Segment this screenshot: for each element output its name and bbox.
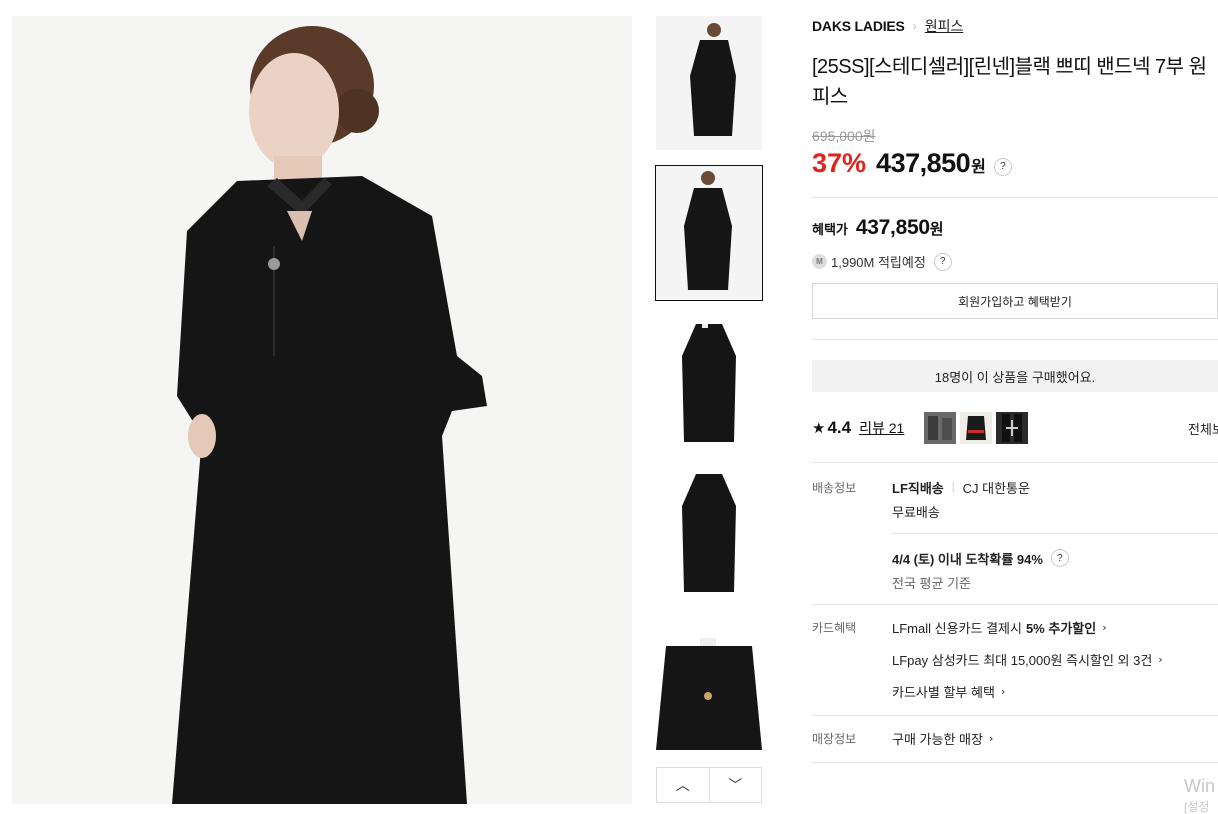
divider [812,339,1218,340]
shipping-label: 배송정보 [812,481,857,495]
shipping-section: 배송정보 LF직배송 | CJ 대한통운 무료배송 4/4 (토) 이내 도착확… [812,479,1218,594]
thumbnail-list [655,16,763,766]
sale-price-currency: 원 [971,159,986,176]
thumbnail-2[interactable] [655,165,763,301]
chevron-right-icon: › [1000,684,1006,698]
mileage-icon: M [812,254,827,269]
divider [812,715,1218,716]
buyers-notice: 18명이 이 상품을 구매했어요. [812,360,1218,392]
shipping-carrier: CJ 대한통운 [962,480,1030,496]
shipping-fee: 무료배송 [892,504,940,520]
divider [812,604,1218,605]
chevron-right-icon: › [1102,620,1107,634]
main-product-image[interactable] [12,16,632,804]
product-title: [25SS][스테디셀러][린넨]블랙 쁘띠 밴드넥 7부 원피스 [812,56,1207,108]
brand-link[interactable]: DAKS LADIES [812,18,905,34]
divider [892,533,1218,534]
benefit-label: 혜택가 [812,222,848,237]
benefit-price-row: 혜택가 437,850 원 [812,216,1218,240]
points-row: M 1,990M 적립예정 ? [812,252,1218,271]
card-benefit-2-text: LFpay 삼성카드 최대 15,000원 즉시할인 외 3건 [892,652,1153,668]
card-benefit-2[interactable]: LFpay 삼성카드 최대 15,000원 즉시할인 외 3건 › [892,647,1218,671]
discount-rate: 37% [812,148,867,178]
thumbnail-1[interactable] [656,16,762,150]
chevron-right-icon: › [988,731,994,745]
points-text: 1,990M 적립예정 [831,255,926,270]
windows-activation-watermark: Win [1184,776,1215,796]
arrival-probability: 4/4 (토) 이내 도착확률 94% [892,551,1043,567]
review-photo-1[interactable] [924,412,957,444]
sale-price: 437,850 [876,148,971,178]
divider [812,462,1218,463]
card-section: 카드혜택 LFmall 신용카드 결제시 5% 추가할인 › LFpay 삼성카… [812,619,1218,703]
card-benefit-3-text: 카드사별 할부 혜택 [892,684,995,700]
store-label: 매장정보 [812,732,857,746]
chevron-right-icon: › [1158,652,1163,666]
thumb-up-button[interactable]: ︿ [657,768,709,802]
store-link[interactable]: 구매 가능한 매장 › [892,726,1218,750]
benefit-price: 437,850 [855,216,930,239]
original-price: 695,000원 [812,128,876,144]
thumbnail-3[interactable] [656,316,762,450]
price-help-icon[interactable]: ? [993,157,1012,176]
arrival-line: 4/4 (토) 이내 도착확률 94% ? [892,546,1218,570]
rating-value: 4.4 [827,418,852,437]
card-benefit-3[interactable]: 카드사별 할부 혜택 › [892,679,1218,703]
review-link[interactable]: 리뷰 21 [859,418,904,438]
divider [812,762,1218,763]
thumbnail-4[interactable] [656,466,762,600]
review-view-all-link[interactable]: 전체보기 [1188,419,1218,438]
card-benefit-1-highlight: 5% 추가할인 [1025,620,1097,636]
store-section: 매장정보 구매 가능한 매장 › [812,730,1218,750]
review-photo-3[interactable] [996,412,1029,444]
breadcrumb-separator: › [912,19,917,33]
shipping-method-line: LF직배송 | CJ 대한통운 [892,475,1218,499]
star-icon: ★ [812,420,826,437]
shipping-method: LF직배송 [892,480,944,496]
vertical-separator: | [951,481,955,493]
join-benefit-button[interactable]: 회원가입하고 혜택받기 [812,283,1218,319]
benefit-currency: 원 [929,221,944,238]
thumbnail-5[interactable] [656,616,762,750]
points-help-icon[interactable]: ? [933,252,952,271]
thumbnail-nav: ︿ ﹀ [656,767,762,803]
card-label: 카드혜택 [812,621,857,635]
product-info-panel: DAKS LADIES › 원피스 [25SS][스테디셀러][린넨]블랙 쁘띠… [812,16,1218,763]
divider [812,197,1218,198]
review-row: ★ 4.4 리뷰 21 전체보기 [812,412,1218,444]
arrival-note: 전국 평균 기준 [892,575,971,591]
card-benefit-1-text: LFmall 신용카드 결제시 [892,620,1022,636]
review-photo-2[interactable] [960,412,993,444]
windows-activation-watermark-sub: [설정 [1184,800,1210,814]
thumb-down-button[interactable]: ﹀ [708,768,761,802]
store-link-text: 구매 가능한 매장 [892,731,983,747]
arrival-help-icon[interactable]: ? [1050,549,1069,567]
breadcrumb: DAKS LADIES › 원피스 [812,16,1218,36]
price-row: 37% 437,850 원 ? [812,148,1218,179]
card-benefit-1[interactable]: LFmall 신용카드 결제시 5% 추가할인 › [892,615,1218,639]
category-link[interactable]: 원피스 [925,16,964,36]
